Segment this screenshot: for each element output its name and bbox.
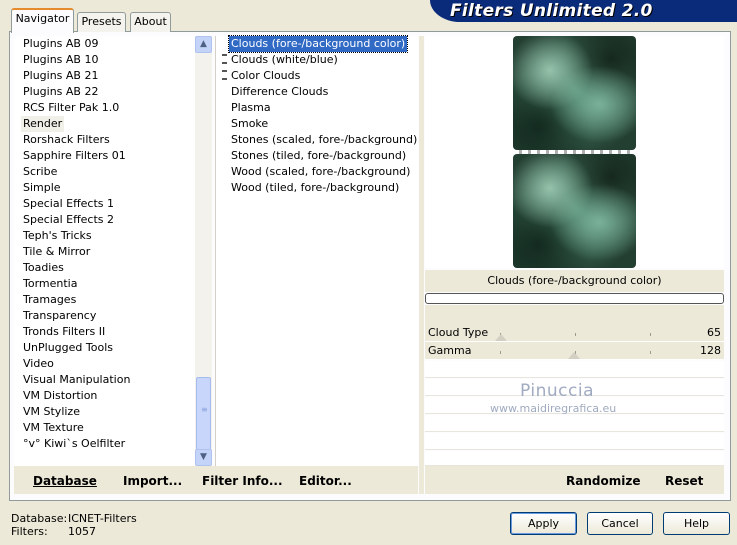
spacer: [425, 305, 724, 324]
tab-navigator[interactable]: Navigator: [11, 8, 74, 33]
scrollbar-thumb[interactable]: ≡: [196, 377, 211, 450]
category-list[interactable]: Plugins AB 09 Plugins AB 10 Plugins AB 21 P…: [14, 36, 195, 466]
database-value: ICNET-Filters: [68, 512, 137, 525]
preview-original: [513, 36, 636, 150]
param-label: Cloud Type: [428, 326, 489, 339]
watermark-name: Pinuccia: [520, 381, 594, 401]
preview-result: [513, 154, 636, 268]
watermark-url: www.maidiregrafica.eu: [490, 402, 617, 415]
category-item[interactable]: Plugins AB 10: [21, 52, 100, 68]
reset-button[interactable]: Reset: [665, 474, 703, 488]
database-button[interactable]: Database: [33, 474, 97, 488]
grip-icon: ≡: [201, 405, 208, 414]
category-scrollbar[interactable]: ▲ ≡ ▼: [195, 36, 212, 466]
progress-bar: [425, 293, 724, 304]
filter-info-button[interactable]: Filter Info...: [202, 474, 283, 488]
filter-item[interactable]: Clouds (white/blue): [229, 52, 340, 68]
param-value: 128: [700, 344, 721, 357]
divider: [419, 36, 424, 494]
drag-handle-icon: [222, 70, 227, 80]
category-item[interactable]: Scribe: [21, 164, 59, 180]
cancel-button[interactable]: Cancel: [587, 512, 653, 535]
category-item[interactable]: UnPlugged Tools: [21, 340, 115, 356]
category-item[interactable]: Transparency: [21, 308, 98, 324]
filter-item[interactable]: Smoke: [229, 116, 270, 132]
slider-handle-icon[interactable]: [495, 334, 507, 341]
param-value: 65: [707, 326, 721, 339]
category-item[interactable]: Rorshack Filters: [21, 132, 112, 148]
randomize-button[interactable]: Randomize: [566, 474, 640, 488]
tab-presets[interactable]: Presets: [77, 12, 126, 32]
category-item[interactable]: VM Distortion: [21, 388, 99, 404]
category-item[interactable]: Tramages: [21, 292, 78, 308]
apply-button[interactable]: Apply: [510, 512, 577, 535]
help-button[interactable]: Help: [663, 512, 730, 535]
filter-item[interactable]: Stones (tiled, fore-/background): [229, 148, 408, 164]
category-item[interactable]: Video: [21, 356, 56, 372]
category-item[interactable]: Plugins AB 22: [21, 84, 100, 100]
slider-handle-icon[interactable]: [568, 352, 580, 359]
filter-item[interactable]: Difference Clouds: [229, 84, 330, 100]
filter-item[interactable]: Clouds (fore-/background color): [227, 35, 409, 53]
category-item[interactable]: Tormentia: [21, 276, 79, 292]
chevron-down-icon[interactable]: ▼: [195, 449, 212, 466]
category-item[interactable]: VM Stylize: [21, 404, 82, 420]
param-row-empty: [425, 415, 724, 432]
category-item[interactable]: °v° Kiwi`s Oelfilter: [21, 436, 127, 452]
param-row-empty: [425, 451, 724, 466]
filters-count-value: 1057: [68, 525, 96, 538]
editor-button[interactable]: Editor...: [299, 474, 352, 488]
filter-item[interactable]: Plasma: [229, 100, 273, 116]
filter-item[interactable]: Wood (scaled, fore-/background): [229, 164, 412, 180]
param-row-empty: [425, 361, 724, 378]
selected-filter-name: Clouds (fore-/background color): [425, 270, 724, 292]
chevron-up-icon[interactable]: ▲: [195, 36, 212, 53]
category-item[interactable]: VM Texture: [21, 420, 86, 436]
filter-item[interactable]: Wood (tiled, fore-/background): [229, 180, 401, 196]
drag-handle-icon: [222, 54, 227, 64]
category-item[interactable]: Plugins AB 21: [21, 68, 100, 84]
category-item[interactable]: Special Effects 1: [21, 196, 116, 212]
filter-item[interactable]: Color Clouds: [229, 68, 302, 84]
category-item[interactable]: Teph's Tricks: [21, 228, 94, 244]
category-item[interactable]: Special Effects 2: [21, 212, 116, 228]
app-title: Filters Unlimited 2.0: [450, 1, 653, 21]
filters-count-label: Filters:: [11, 525, 48, 538]
param-label: Gamma: [428, 344, 472, 357]
category-item[interactable]: Visual Manipulation: [21, 372, 132, 388]
category-item[interactable]: Tile & Mirror: [21, 244, 92, 260]
import-button[interactable]: Import...: [123, 474, 182, 488]
database-label: Database:: [11, 512, 68, 525]
category-item[interactable]: Toadies: [21, 260, 66, 276]
filter-list[interactable]: Clouds (fore-/background color) Clouds (w…: [216, 35, 419, 466]
category-item[interactable]: Render: [21, 116, 65, 132]
category-item[interactable]: Simple: [21, 180, 63, 196]
category-item[interactable]: Tronds Filters II: [21, 324, 107, 340]
category-item[interactable]: Sapphire Filters 01: [21, 148, 128, 164]
tab-about[interactable]: About: [130, 12, 171, 32]
category-item[interactable]: Plugins AB 09: [21, 36, 100, 52]
param-row-empty: [425, 433, 724, 450]
category-item[interactable]: RCS Filter Pak 1.0: [21, 100, 121, 116]
filter-item[interactable]: Stones (scaled, fore-/background): [229, 132, 419, 148]
